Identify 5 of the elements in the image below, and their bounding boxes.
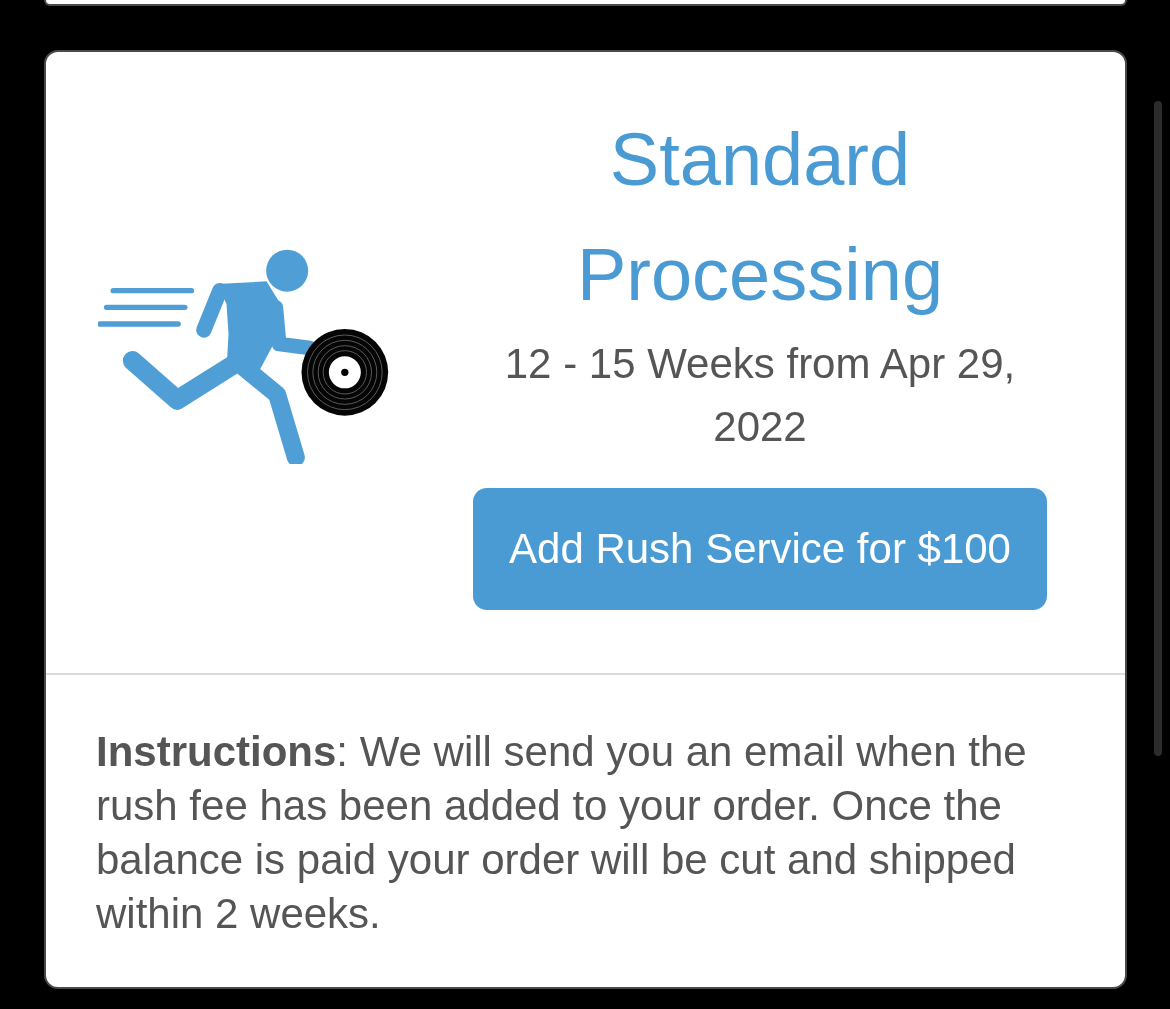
card-title: Standard Processing <box>575 117 945 318</box>
instructions-text: Instructions: We will send you an email when the rush fee has been added to your order. Once the balance is paid your order will be cut and shipped within 2 weeks. <box>96 727 1028 939</box>
add-rush-service-button[interactable]: Add Rush Service for $100 <box>473 488 1047 610</box>
processing-estimate: 12 - 15 Weeks from Apr 29, 2022 <box>503 339 1017 452</box>
vinyl-record-icon <box>301 328 389 416</box>
